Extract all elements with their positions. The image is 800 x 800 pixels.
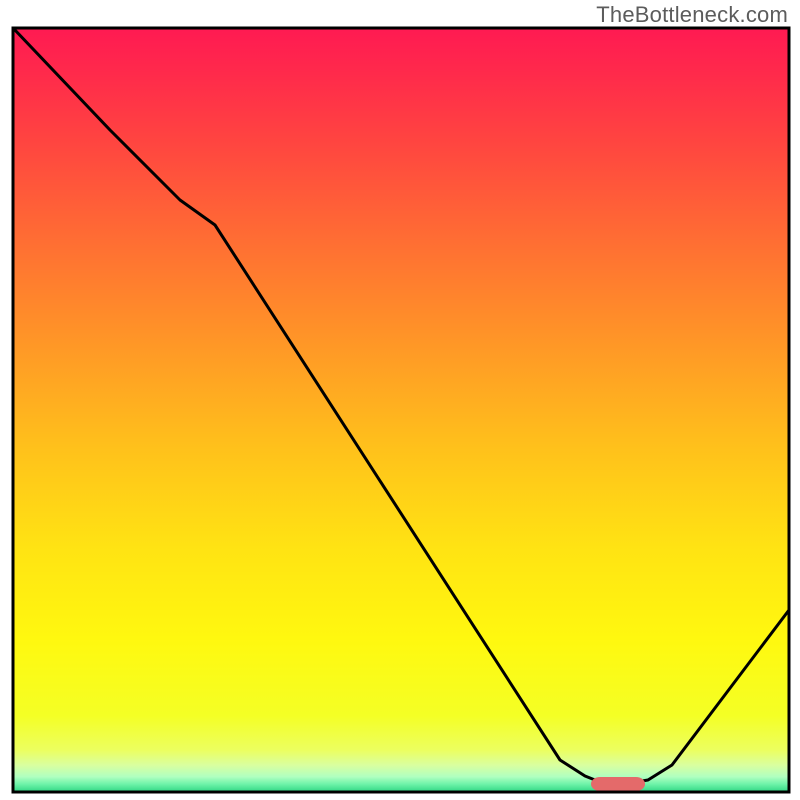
chart-container: { "watermark": "TheBottleneck.com", "cha…: [0, 0, 800, 800]
optimal-marker: [591, 777, 645, 791]
gradient-background: [13, 28, 789, 792]
bottleneck-chart: [0, 0, 800, 800]
